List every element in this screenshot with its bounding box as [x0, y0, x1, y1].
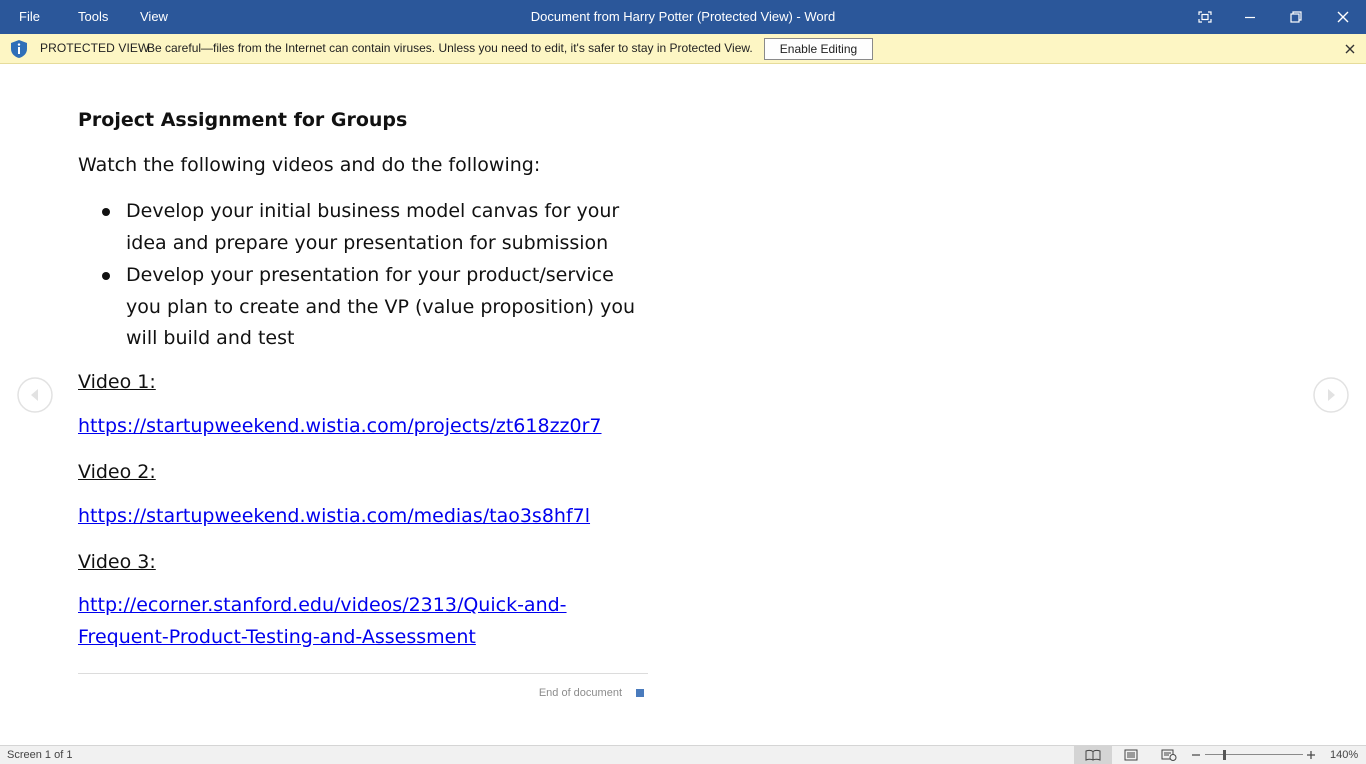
end-of-document-divider	[78, 673, 648, 674]
full-screen-button[interactable]	[1182, 0, 1228, 34]
web-layout-icon	[1161, 749, 1177, 761]
print-layout-button[interactable]	[1112, 746, 1150, 764]
list-item-text: Develop your presentation for your produ…	[126, 264, 636, 349]
bullet-icon	[102, 208, 110, 216]
full-screen-icon	[1198, 11, 1212, 23]
shield-info-icon	[11, 40, 27, 58]
bullet-list: Develop your initial business model canv…	[78, 196, 650, 356]
read-mode-button[interactable]	[1074, 746, 1112, 764]
page-indicator: Screen 1 of 1	[7, 749, 73, 761]
list-item: Develop your initial business model canv…	[78, 196, 650, 259]
protected-view-message: Be careful—files from the Internet can c…	[147, 41, 753, 55]
previous-page-icon[interactable]	[17, 377, 53, 413]
minimize-button[interactable]	[1227, 0, 1273, 34]
protected-view-bar: PROTECTED VIEW Be careful—files from the…	[0, 34, 1366, 64]
web-layout-button[interactable]	[1150, 746, 1188, 764]
menu-view[interactable]: View	[130, 0, 178, 34]
list-item: Develop your presentation for your produ…	[78, 260, 650, 355]
video-3-link[interactable]: http://ecorner.stanford.edu/videos/2313/…	[78, 590, 598, 653]
next-page-icon[interactable]	[1313, 377, 1349, 413]
video-1-label: Video 1:	[78, 371, 156, 393]
document-page: Project Assignment for Groups Watch the …	[78, 63, 650, 745]
print-layout-icon	[1124, 749, 1138, 761]
end-square-icon	[636, 689, 644, 697]
title-bar: File Tools View Document from Harry Pott…	[0, 0, 1366, 34]
end-of-document-marker: End of document	[539, 687, 644, 699]
menu-tools[interactable]: Tools	[68, 0, 118, 34]
status-bar: Screen 1 of 1 140%	[0, 745, 1366, 764]
bullet-icon	[102, 272, 110, 280]
read-mode-icon	[1085, 749, 1101, 761]
zoom-out-icon[interactable]	[1190, 749, 1202, 761]
video-2-label: Video 2:	[78, 461, 156, 483]
window-title: Document from Harry Potter (Protected Vi…	[530, 9, 836, 24]
zoom-slider-handle[interactable]	[1223, 750, 1226, 760]
zoom-in-icon[interactable]	[1305, 749, 1317, 761]
zoom-slider-track[interactable]	[1205, 754, 1303, 755]
enable-editing-button[interactable]: Enable Editing	[764, 38, 873, 60]
close-icon[interactable]	[1343, 42, 1357, 56]
document-intro: Watch the following videos and do the fo…	[78, 154, 541, 176]
close-window-button[interactable]	[1320, 0, 1366, 34]
restore-button[interactable]	[1273, 0, 1319, 34]
restore-icon	[1290, 11, 1302, 23]
list-item-text: Develop your initial business model canv…	[126, 200, 620, 254]
minimize-icon	[1245, 16, 1255, 19]
end-of-document-text: End of document	[538, 687, 622, 699]
video-2-link[interactable]: https://startupweekend.wistia.com/medias…	[78, 501, 650, 533]
document-heading: Project Assignment for Groups	[78, 109, 408, 131]
video-1-link[interactable]: https://startupweekend.wistia.com/projec…	[78, 411, 650, 443]
video-3-label: Video 3:	[78, 551, 156, 573]
zoom-level[interactable]: 140%	[1330, 746, 1358, 764]
menu-file[interactable]: File	[9, 0, 50, 34]
close-icon	[1337, 11, 1349, 23]
protected-view-label: PROTECTED VIEW	[40, 41, 150, 55]
